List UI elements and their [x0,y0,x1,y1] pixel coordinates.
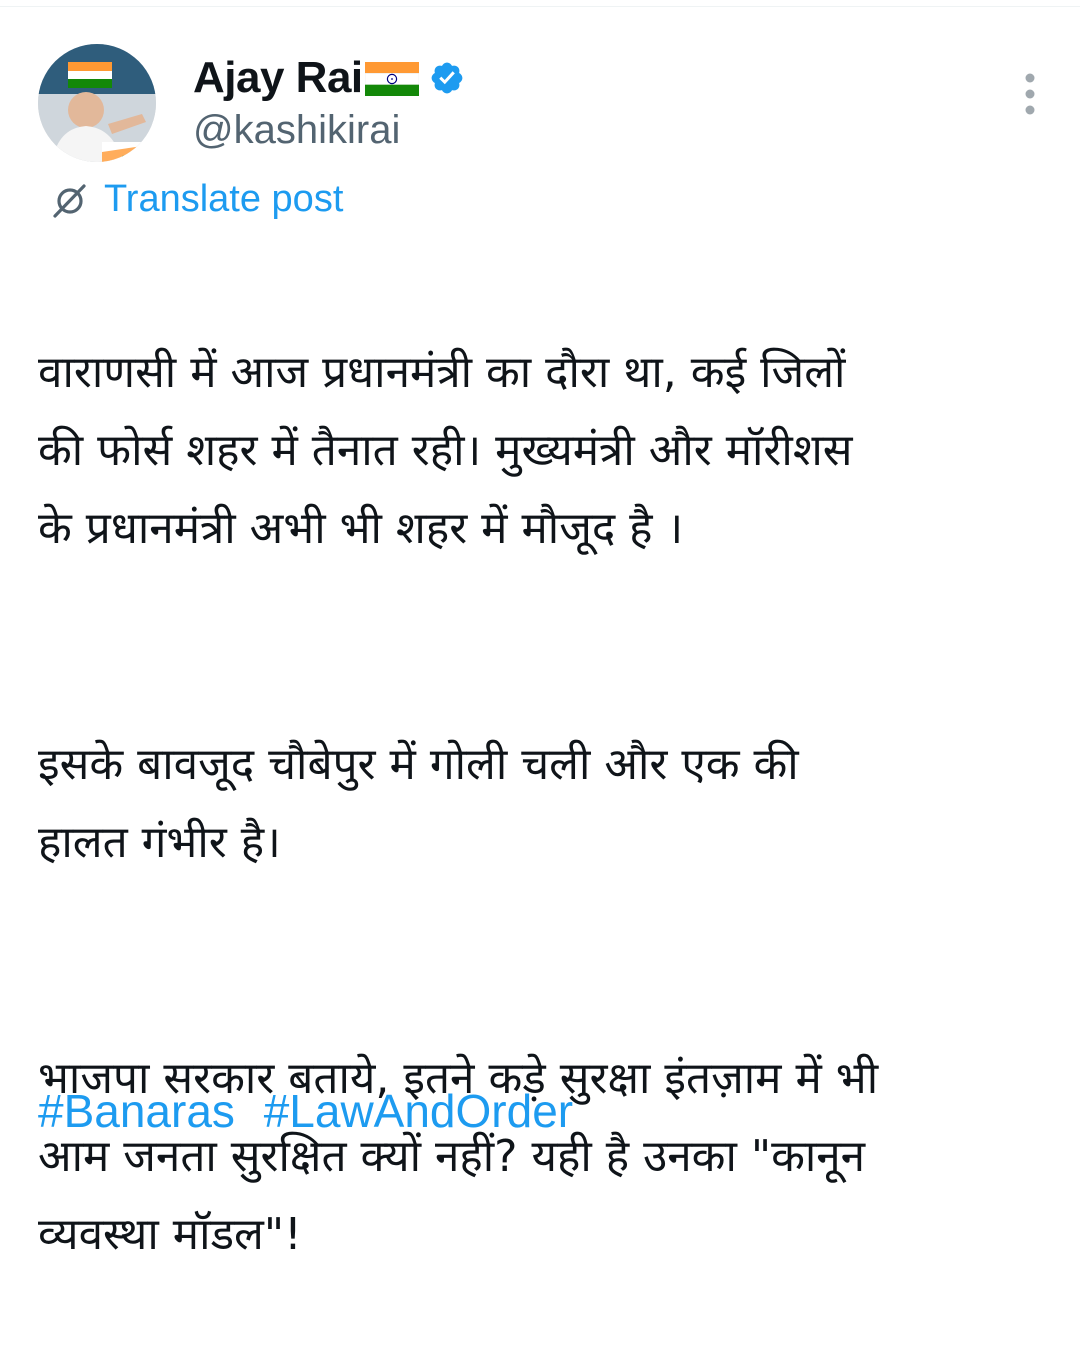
more-options-icon[interactable] [1020,72,1040,116]
post-body: वाराणसी में आज प्रधानमंत्री का दौरा था, … [38,256,1048,1352]
author-block: Ajay Rai @kashikirai [193,52,465,153]
avatar[interactable] [38,44,156,162]
post-paragraph: वाराणसी में आज प्रधानमंत्री का दौरा था, … [38,347,853,554]
hashtag-link[interactable]: #Banaras [38,1085,235,1137]
author-handle[interactable]: @kashikirai [193,108,465,153]
post-paragraph: इसके बावजूद चौबेपुर में गोली चली और एक क… [38,739,799,868]
india-flag-icon [364,62,419,96]
post-paragraph: भाजपा सरकार बताये, इतने कड़े सुरक्षा इंत… [38,1053,879,1260]
top-divider [0,6,1080,7]
post-header: Ajay Rai @kashikirai [38,44,1048,164]
hashtag-row: #Banaras #LawAndOrder [38,1084,589,1138]
translate-post-label: Translate post [104,178,344,220]
author-name-row: Ajay Rai [193,52,465,104]
translate-icon [53,183,86,218]
verified-badge-icon[interactable] [429,60,465,96]
translate-post-button[interactable]: Translate post [50,178,343,221]
author-display-name[interactable]: Ajay Rai [193,53,363,103]
avatar-image [38,44,156,162]
hashtag-link[interactable]: #LawAndOrder [264,1085,573,1137]
